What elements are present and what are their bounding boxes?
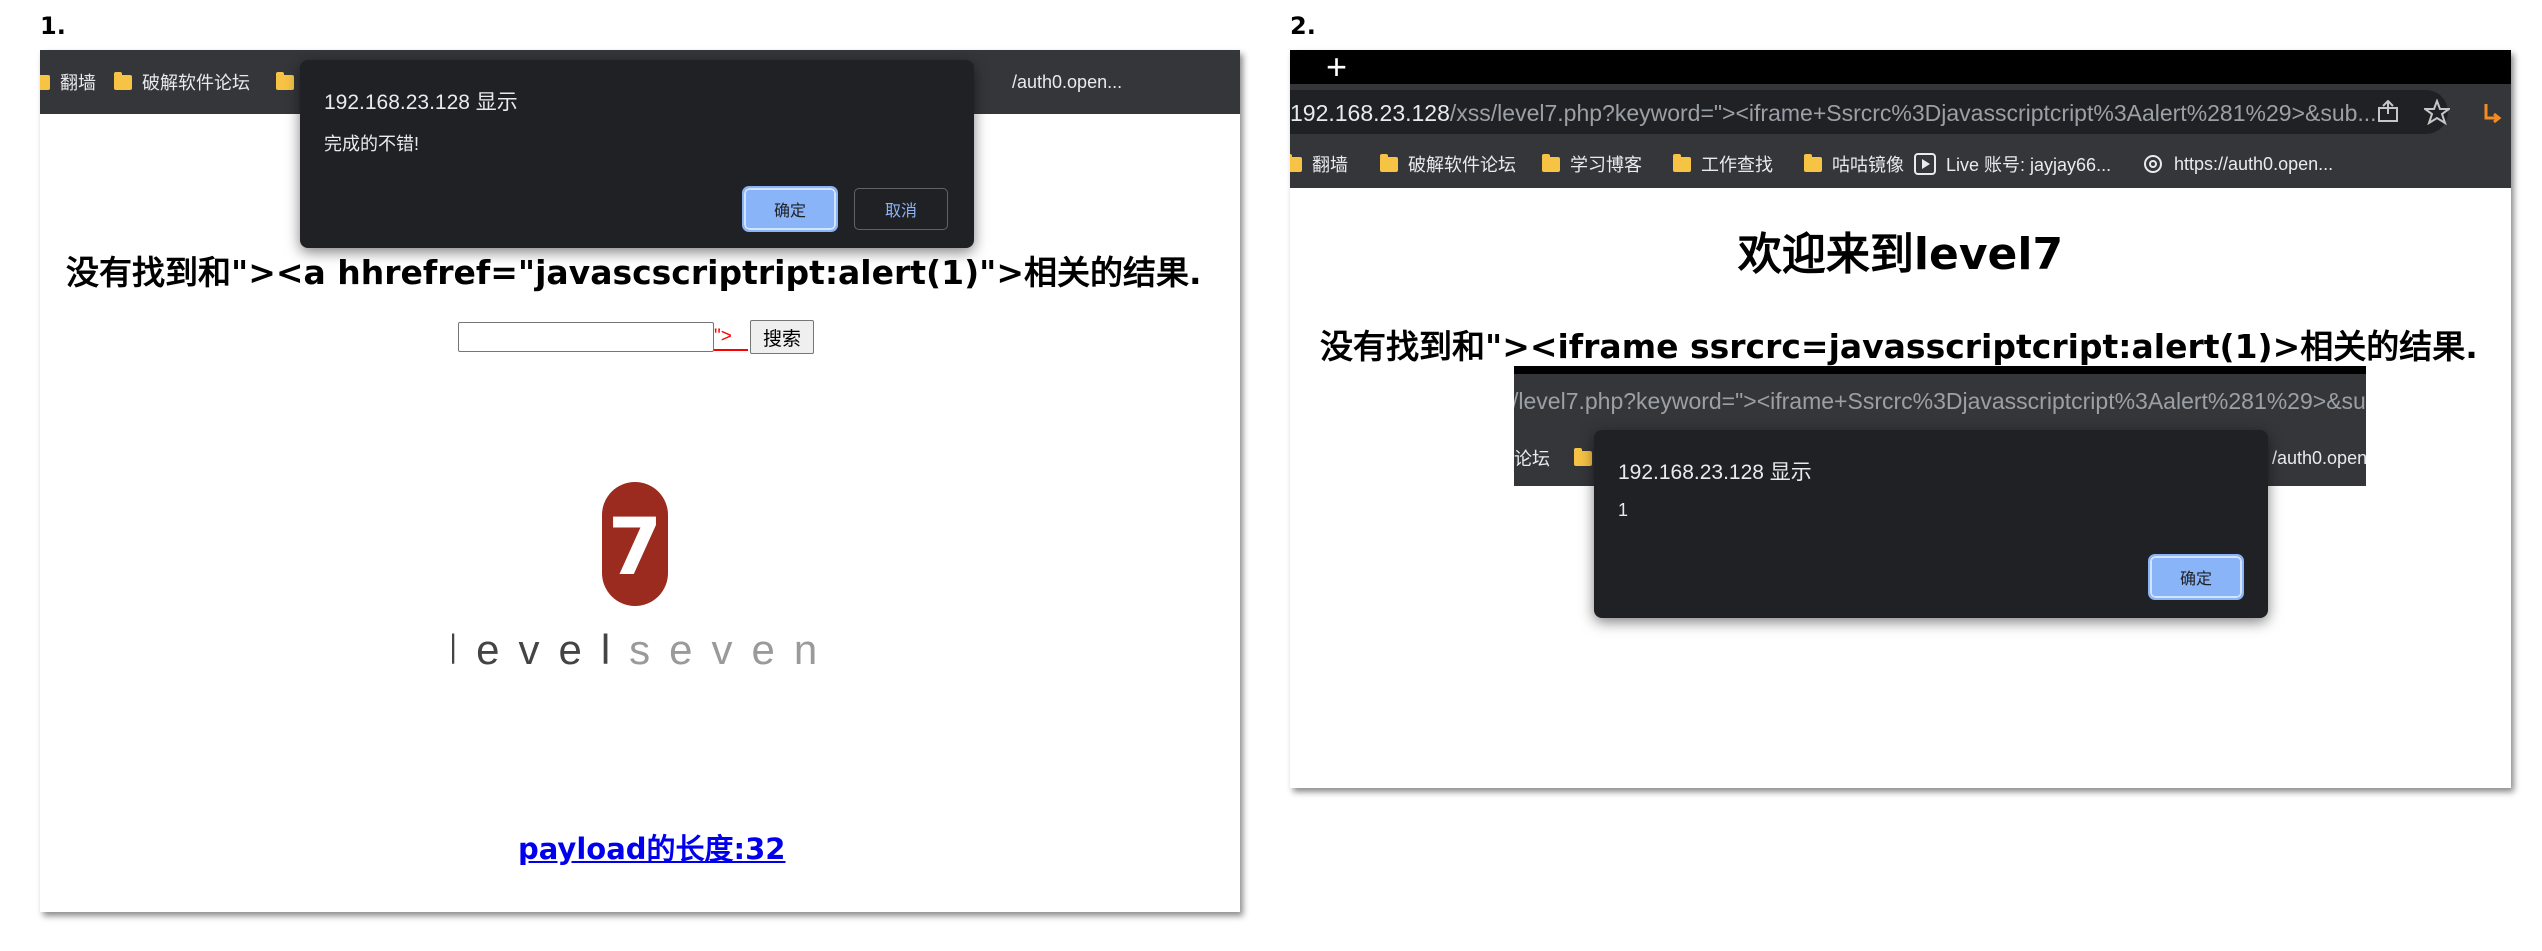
step-label-2: 2.	[1290, 12, 1316, 40]
dialog-title: 192.168.23.128 显示	[324, 91, 518, 114]
bookmark-item[interactable]: 咕咕镜像	[1804, 140, 1904, 188]
bookmark-item[interactable]: https://auth0.open...	[2142, 140, 2333, 188]
bookmark-item[interactable]	[1574, 430, 1592, 486]
folder-icon	[1804, 153, 1822, 172]
address-host: 192.168.23.128	[1290, 100, 1450, 126]
bookmark-item[interactable]: 工作查找	[1673, 140, 1773, 188]
folder-icon	[1542, 153, 1560, 172]
bookmark-item[interactable]: 论坛	[1514, 430, 1550, 486]
bookmark-partial-url[interactable]: /auth0.open	[2272, 430, 2366, 486]
payload-length-link[interactable]: payload的长度:32	[518, 826, 786, 868]
bookmark-label: 学习博客	[1570, 155, 1642, 175]
bookmark-label: 破解软件论坛	[1408, 155, 1516, 175]
inner-address-bar: /level7.php?keyword="><iframe+Ssrcrc%3Dj…	[1514, 374, 2366, 430]
alert-dialog: 192.168.23.128 显示 1 确定	[1594, 430, 2268, 618]
dialog-message: 1	[1618, 500, 1629, 520]
bookmark-item[interactable]: Live 账号: jayjay66...	[1914, 140, 2111, 188]
injected-underline	[714, 349, 748, 351]
bookmark-partial-url[interactable]: /auth0.open...	[1012, 50, 1122, 114]
bookmark-label: 工作查找	[1701, 155, 1773, 175]
result-text: 没有找到和"><a hhrefref="javascscriptript:ale…	[66, 253, 1202, 292]
star-icon[interactable]	[2424, 99, 2450, 125]
result-text: 没有找到和"><iframe ssrcrc=javasscriptcript:a…	[1320, 327, 2478, 366]
screenshot-panel-2: + 192.168.23.128/xss/level7.php?keyword=…	[1290, 50, 2511, 788]
folder-icon	[1673, 153, 1691, 172]
bookmark-item[interactable]: 翻墙	[1290, 140, 1348, 188]
search-button[interactable]: 搜索	[750, 320, 814, 354]
screenshot-panel-1: 翻墙 破解软件论坛 /auth0.open... 192.168.23.128 …	[40, 50, 1240, 912]
bookmark-label: 翻墙	[60, 73, 96, 93]
share-icon[interactable]	[2376, 100, 2400, 124]
logo-wordmark: levelseven	[452, 626, 832, 673]
alert-dialog: 192.168.23.128 显示 完成的不错! 确定 取消	[300, 60, 974, 248]
tab-strip: +	[1290, 50, 2511, 87]
bookmark-item[interactable]: 翻墙	[40, 50, 96, 114]
extension-icon[interactable]	[2480, 100, 2506, 126]
folder-icon	[114, 71, 132, 90]
bookmark-item[interactable]: 破解软件论坛	[1380, 140, 1516, 188]
bookmark-label: 咕咕镜像	[1832, 155, 1904, 175]
new-tab-plus-icon[interactable]: +	[1326, 50, 1347, 88]
address-bar-row: 192.168.23.128/xss/level7.php?keyword=">…	[1290, 84, 2511, 140]
level-seven-logo: 7 levelseven	[452, 482, 832, 673]
search-input[interactable]	[458, 322, 714, 352]
bookmark-item[interactable]	[276, 50, 294, 114]
folder-icon	[276, 71, 294, 90]
logo-digit: 7	[608, 503, 662, 593]
bookmark-label: 破解软件论坛	[142, 73, 250, 93]
dialog-title: 192.168.23.128 显示	[1618, 461, 1812, 484]
folder-icon	[1290, 153, 1302, 172]
folder-icon	[1574, 447, 1592, 466]
page-title: 欢迎来到level7	[1737, 229, 2064, 280]
bookmark-label: 论坛	[1514, 449, 1550, 469]
address-text: 192.168.23.128/xss/level7.php?keyword=">…	[1290, 100, 2377, 127]
injected-text: ">	[714, 326, 732, 347]
bookmark-item[interactable]: 破解软件论坛	[114, 50, 250, 114]
step-label-1: 1.	[40, 12, 66, 40]
openai-icon	[2144, 155, 2162, 173]
inner-address-text: /level7.php?keyword="><iframe+Ssrcrc%3Dj…	[1514, 388, 2366, 414]
bookmark-item[interactable]: 学习博客	[1542, 140, 1642, 188]
bookmark-label: Live 账号: jayjay66...	[1946, 155, 2112, 175]
cancel-button[interactable]: 取消	[854, 188, 948, 230]
logo-word-dark: level	[452, 626, 629, 673]
video-play-icon	[1914, 153, 1936, 175]
ok-button[interactable]: 确定	[742, 186, 838, 232]
dialog-message: 完成的不错!	[324, 134, 420, 154]
folder-icon	[1380, 153, 1398, 172]
address-path: /xss/level7.php?keyword="><iframe+Ssrcrc…	[1449, 100, 2377, 126]
folder-icon	[40, 74, 50, 90]
ok-button[interactable]: 确定	[2148, 554, 2244, 600]
bookmark-label: 翻墙	[1312, 155, 1348, 175]
bookmark-label: https://auth0.open...	[2174, 153, 2334, 174]
bookmarks-bar: 翻墙 破解软件论坛 学习博客 工作查找 咕咕镜像 Live 账号: jayjay…	[1290, 140, 2511, 188]
logo-word-light: seven	[629, 626, 832, 673]
